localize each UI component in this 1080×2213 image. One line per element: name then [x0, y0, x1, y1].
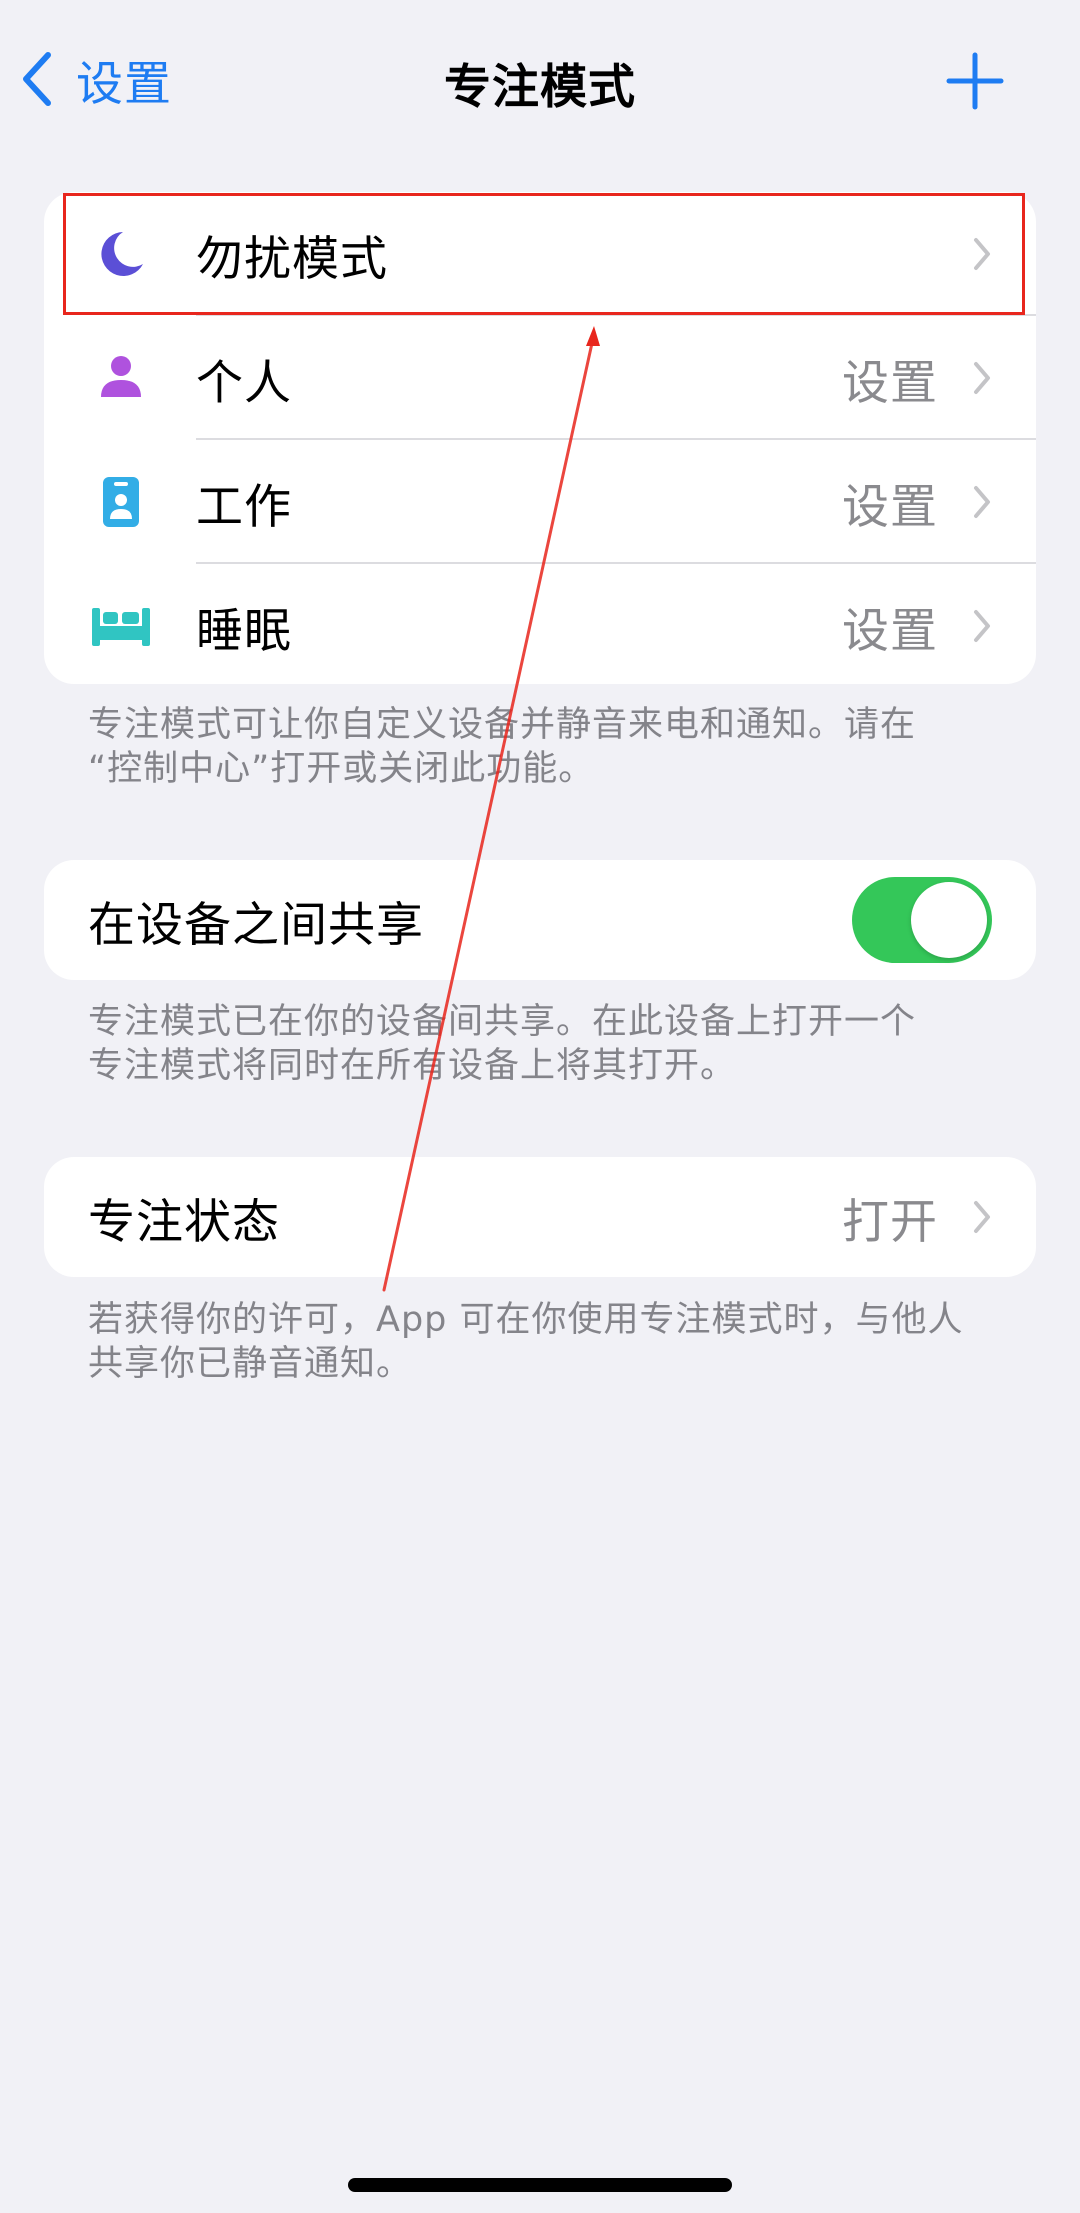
focus-status-card: 专注状态 打开 — [44, 1157, 1036, 1277]
note-line: 若获得你的许可，App 可在你使用专注模式时，与他人 — [88, 1300, 964, 1340]
focus-status-note: 若获得你的许可，App 可在你使用专注模式时，与他人 共享你已静音通知。 — [88, 1298, 988, 1386]
focus-status-row[interactable]: 专注状态 打开 — [44, 1157, 1036, 1277]
focus-row-value: 设置 — [842, 603, 938, 659]
focus-mode-list: 勿扰模式 个人 设置 工作 设置 睡眠 设置 — [44, 192, 1036, 684]
focus-row-label: 工作 — [196, 479, 292, 535]
share-card: 在设备之间共享 — [44, 860, 1036, 980]
focus-row-value: 设置 — [842, 479, 938, 535]
focus-row-value: 设置 — [842, 355, 938, 411]
navigation-bar: 设置 专注模式 — [0, 0, 1080, 160]
focus-row-label: 个人 — [196, 355, 292, 411]
toggle-knob — [911, 882, 987, 958]
note-line: “控制中心”打开或关闭此功能。 — [88, 749, 595, 789]
note-line: 专注模式可让你自定义设备并静音来电和通知。请在 — [88, 705, 917, 745]
note-line: 共享你已静音通知。 — [88, 1344, 413, 1384]
focus-status-value: 打开 — [842, 1194, 938, 1250]
focus-row-personal[interactable]: 个人 设置 — [44, 316, 1036, 440]
page-title: 专注模式 — [444, 60, 636, 115]
note-line: 专注模式将同时在所有设备上将其打开。 — [88, 1046, 737, 1086]
focus-row-do-not-disturb[interactable]: 勿扰模式 — [44, 192, 1036, 316]
chevron-right-icon — [974, 486, 990, 518]
add-button[interactable] — [946, 52, 1004, 110]
focus-row-label: 勿扰模式 — [196, 231, 388, 287]
focus-row-sleep[interactable]: 睡眠 设置 — [44, 564, 1036, 684]
id-badge-icon — [92, 473, 150, 531]
chevron-right-icon — [974, 1201, 990, 1233]
share-note: 专注模式已在你的设备间共享。在此设备上打开一个 专注模式将同时在所有设备上将其打… — [88, 1000, 988, 1088]
focus-row-work[interactable]: 工作 设置 — [44, 440, 1036, 564]
bed-icon — [88, 597, 154, 655]
focus-row-label: 睡眠 — [196, 603, 292, 659]
focus-mode-note: 专注模式可让你自定义设备并静音来电和通知。请在 “控制中心”打开或关闭此功能。 — [88, 703, 988, 791]
chevron-right-icon — [974, 610, 990, 642]
chevron-right-icon — [974, 362, 990, 394]
chevron-right-icon — [974, 238, 990, 270]
share-toggle[interactable] — [852, 877, 992, 963]
home-indicator — [348, 2178, 732, 2192]
share-label: 在设备之间共享 — [88, 897, 424, 953]
focus-status-label: 专注状态 — [88, 1194, 280, 1250]
note-line: 专注模式已在你的设备间共享。在此设备上打开一个 — [88, 1002, 917, 1042]
moon-icon — [92, 225, 150, 283]
share-across-devices-row: 在设备之间共享 — [44, 860, 1036, 980]
person-icon — [92, 349, 150, 407]
